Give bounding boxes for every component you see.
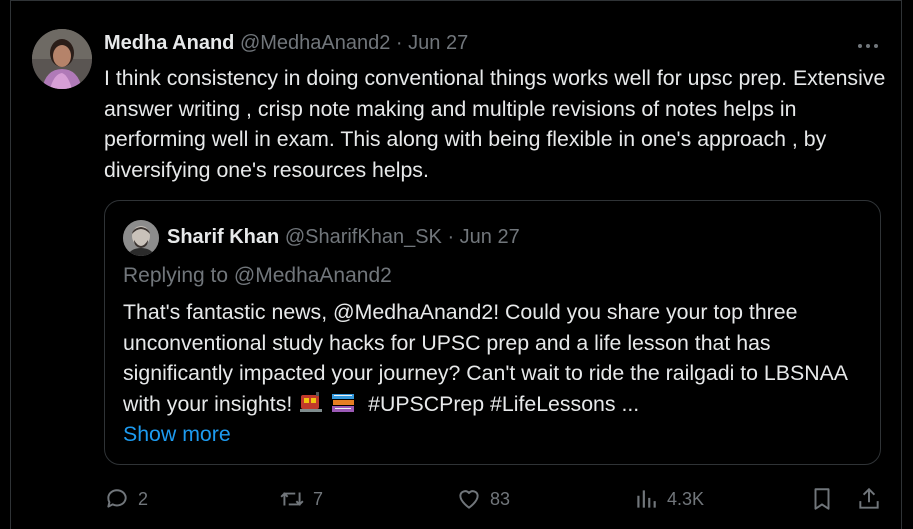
quoted-author-avatar[interactable]: [123, 220, 159, 256]
reply-count: 2: [138, 488, 149, 509]
heart-icon: [459, 490, 479, 509]
post-header: Medha Anand @MedhaAnand2 · Jun 27: [104, 32, 468, 55]
post-date[interactable]: Jun 27: [408, 32, 468, 54]
reply-button[interactable]: 2: [104, 483, 148, 515]
bookmark-icon: [814, 488, 830, 510]
hashtags[interactable]: #UPSCPrep #LifeLessons ...: [368, 392, 639, 416]
author-name[interactable]: Medha Anand: [104, 32, 234, 54]
quoted-author-handle[interactable]: @SharifKhan_SK: [285, 226, 442, 248]
train-emoji: [300, 391, 323, 412]
like-button[interactable]: 83: [456, 483, 510, 515]
more-horizontal-icon: [858, 44, 878, 48]
show-more-link[interactable]: Show more: [123, 419, 231, 450]
quoted-avatar-photo: [123, 220, 159, 256]
author-handle[interactable]: @MedhaAnand2: [240, 32, 390, 54]
quoted-date[interactable]: Jun 27: [460, 226, 520, 248]
views-count: 4.3K: [667, 488, 705, 509]
books-emoji: [332, 393, 355, 412]
header-separator: ·: [395, 32, 403, 54]
share-button[interactable]: [856, 483, 882, 515]
repost-button[interactable]: 7: [279, 483, 323, 515]
quoted-header: Sharif Khan @SharifKhan_SK · Jun 27: [167, 226, 520, 249]
avatar-photo: [32, 29, 92, 89]
repost-icon: [280, 492, 304, 506]
share-icon: [859, 487, 879, 509]
repost-count: 7: [313, 488, 324, 509]
quoted-tweet[interactable]: Sharif Khan @SharifKhan_SK · Jun 27 Repl…: [104, 200, 881, 465]
quoted-text: That's fantastic news, @MedhaAnand2! Cou…: [123, 297, 868, 450]
reply-icon: [107, 489, 127, 508]
author-avatar[interactable]: [32, 29, 92, 89]
views-icon: [637, 490, 656, 508]
views-button[interactable]: 4.3K: [633, 483, 704, 515]
more-button[interactable]: [856, 36, 880, 61]
bookmark-button[interactable]: [809, 483, 835, 515]
action-bar: 2 7 83 4.3K: [0, 483, 913, 515]
quoted-author-name[interactable]: Sharif Khan: [167, 226, 279, 248]
like-count: 83: [490, 488, 511, 509]
replying-to: Replying to @MedhaAnand2: [123, 264, 392, 287]
quoted-separator: ·: [447, 226, 455, 248]
post-text: I think consistency in doing conventiona…: [104, 66, 886, 182]
